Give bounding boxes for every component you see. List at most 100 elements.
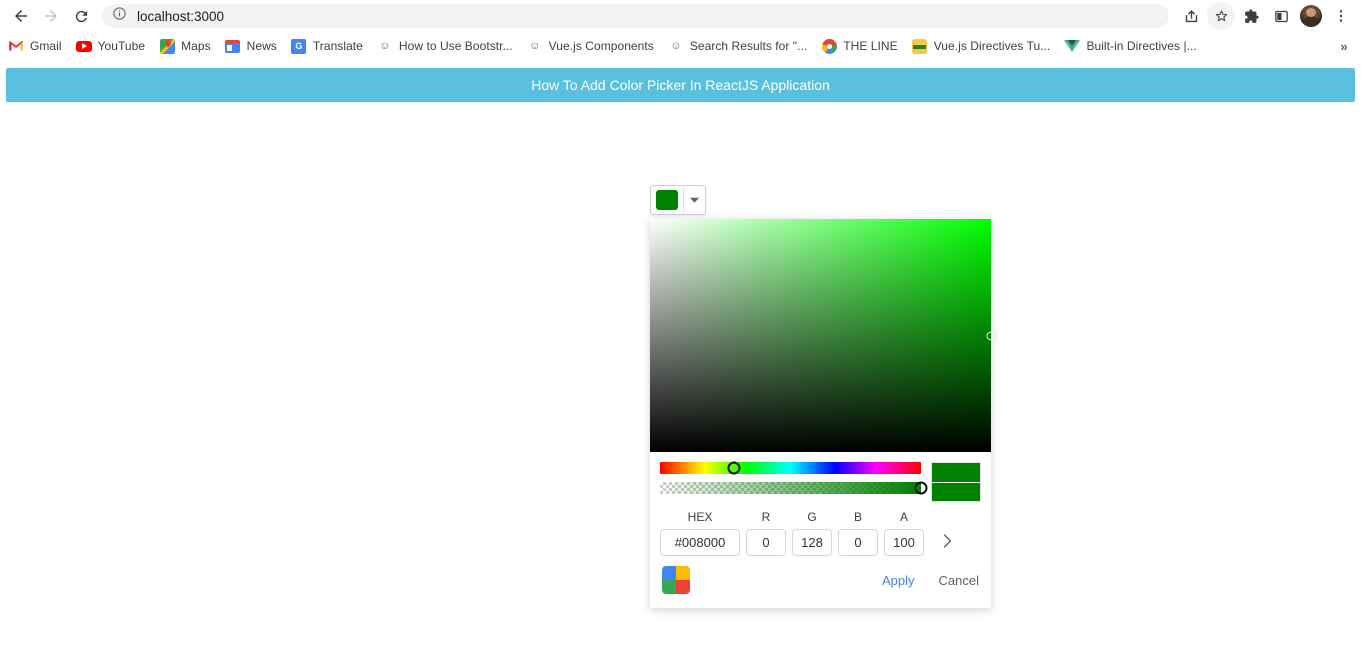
profile-button[interactable]: [1297, 2, 1325, 30]
bookmark-the-line[interactable]: THE LINE: [821, 35, 905, 57]
page-title: How To Add Color Picker In ReactJS Appli…: [531, 77, 830, 93]
back-arrow-icon: [15, 10, 27, 22]
bookmark-label: Built-in Directives |...: [1086, 39, 1197, 53]
new-color-preview: [932, 482, 980, 501]
alpha-field-label: A: [899, 510, 908, 524]
avatar: [1300, 5, 1322, 27]
forward-button[interactable]: [36, 1, 66, 31]
apply-button[interactable]: Apply: [882, 573, 915, 588]
alpha-slider[interactable]: [660, 481, 928, 495]
color-value-fields: HEX R G B A: [650, 506, 991, 556]
sliders-column: [660, 461, 928, 502]
reload-button[interactable]: [66, 1, 96, 31]
green-input[interactable]: [792, 529, 832, 556]
share-button[interactable]: [1177, 2, 1205, 30]
red-field-group: R: [746, 510, 786, 556]
hue-slider-handle[interactable]: [727, 461, 741, 475]
side-panel-icon: [1274, 10, 1288, 22]
palette-swatch: [676, 580, 690, 594]
bookmark-label: How to Use Bootstr...: [398, 39, 513, 53]
chevron-right-icon[interactable]: [936, 527, 958, 554]
hue-slider[interactable]: [660, 461, 921, 475]
palette-swatch: [662, 566, 676, 580]
cancel-button[interactable]: Cancel: [939, 573, 979, 588]
bookmark-vuejs-directives-tutorial[interactable]: Vue.js Directives Tu...: [912, 35, 1059, 57]
bookmark-label: Vue.js Components: [548, 39, 654, 53]
generic-page-favicon: ☺: [529, 40, 541, 52]
browser-toolbar: localhost:3000: [0, 0, 1361, 32]
color-picker-trigger[interactable]: [650, 185, 706, 215]
previous-color-preview: [932, 463, 980, 482]
generic-page-favicon: ☺: [670, 40, 682, 52]
page-content: How To Add Color Picker In ReactJS Appli…: [0, 68, 1361, 664]
bookmark-maps[interactable]: Maps: [159, 35, 219, 57]
red-input[interactable]: [746, 529, 786, 556]
green-field-label: G: [807, 510, 817, 524]
bookmark-news[interactable]: News: [225, 35, 285, 57]
saturation-value-area[interactable]: [650, 219, 996, 452]
green-field-group: G: [792, 510, 832, 556]
three-dot-menu-icon: [1339, 10, 1343, 22]
bookmark-label: THE LINE: [843, 39, 898, 53]
color-picker-panel: HEX R G B A: [650, 219, 996, 608]
blue-input[interactable]: [838, 529, 878, 556]
vuejs-tutorial-favicon: [912, 38, 928, 54]
bookmark-gmail[interactable]: Gmail: [8, 35, 70, 57]
palette-swatch: [676, 566, 690, 580]
google-maps-favicon: [159, 38, 175, 54]
bookmark-label: Vue.js Directives Tu...: [933, 39, 1051, 53]
puzzle-piece-icon: [1244, 8, 1259, 23]
vuejs-favicon: [1064, 38, 1081, 54]
generic-page-favicon: ☺: [379, 40, 391, 52]
hex-field-label: HEX: [687, 510, 713, 524]
side-panel-button[interactable]: [1267, 2, 1295, 30]
back-button[interactable]: [6, 1, 36, 31]
bookmark-how-to-use-bootstrap[interactable]: ☺ How to Use Bootstr...: [377, 35, 521, 57]
bookmark-label: News: [246, 39, 277, 53]
alpha-input[interactable]: [884, 529, 924, 556]
bookmark-translate[interactable]: G Translate: [291, 35, 371, 57]
youtube-favicon: [75, 38, 92, 54]
bookmark-button[interactable]: [1207, 2, 1235, 30]
bookmark-label: YouTube: [97, 39, 146, 53]
star-icon: [1215, 10, 1227, 21]
bookmark-label: Gmail: [30, 39, 62, 53]
alpha-slider-handle[interactable]: [914, 481, 928, 495]
hex-input[interactable]: [660, 529, 740, 556]
share-icon: [1185, 9, 1197, 22]
gmail-favicon: [8, 38, 24, 54]
toolbar-right-actions: [1175, 2, 1355, 30]
bookmark-built-in-directives[interactable]: Built-in Directives |...: [1064, 35, 1204, 57]
bookmark-youtube[interactable]: YouTube: [75, 35, 154, 57]
saturation-value-cursor[interactable]: [986, 331, 996, 340]
extensions-button[interactable]: [1237, 2, 1265, 30]
sliders-row: [650, 452, 991, 506]
color-palette-icon[interactable]: [662, 566, 690, 594]
hex-field-group: HEX: [660, 510, 740, 556]
bookmarks-overflow-button[interactable]: »: [1333, 35, 1355, 57]
forward-arrow-icon: [45, 10, 57, 22]
the-line-favicon: [821, 38, 837, 54]
value-gradient-layer: [650, 219, 991, 452]
bookmarks-bar: Gmail YouTube Maps News G Translate ☺ Ho…: [0, 32, 1361, 60]
red-field-label: R: [761, 510, 771, 524]
google-translate-favicon: G: [291, 38, 307, 54]
page-title-banner: How To Add Color Picker In ReactJS Appli…: [6, 68, 1355, 102]
color-preview: [931, 462, 981, 502]
site-info-icon[interactable]: [112, 6, 127, 26]
bookmark-vuejs-components[interactable]: ☺ Vue.js Components: [527, 35, 662, 57]
address-bar-url: localhost:3000: [137, 8, 225, 24]
picker-footer: Apply Cancel: [650, 556, 991, 608]
palette-swatch: [662, 580, 676, 594]
blue-field-label: B: [853, 510, 862, 524]
chevron-down-icon[interactable]: [684, 196, 705, 204]
chrome-menu-button[interactable]: [1327, 2, 1355, 30]
bookmark-label: Maps: [181, 39, 211, 53]
bookmark-search-results[interactable]: ☺ Search Results for "...: [668, 35, 815, 57]
bookmark-label: Translate: [312, 39, 363, 53]
alpha-field-group: A: [884, 510, 924, 556]
reload-icon: [75, 10, 87, 22]
footer-actions: Apply Cancel: [882, 573, 979, 588]
address-bar[interactable]: localhost:3000: [102, 4, 1169, 28]
current-color-swatch: [656, 190, 678, 210]
